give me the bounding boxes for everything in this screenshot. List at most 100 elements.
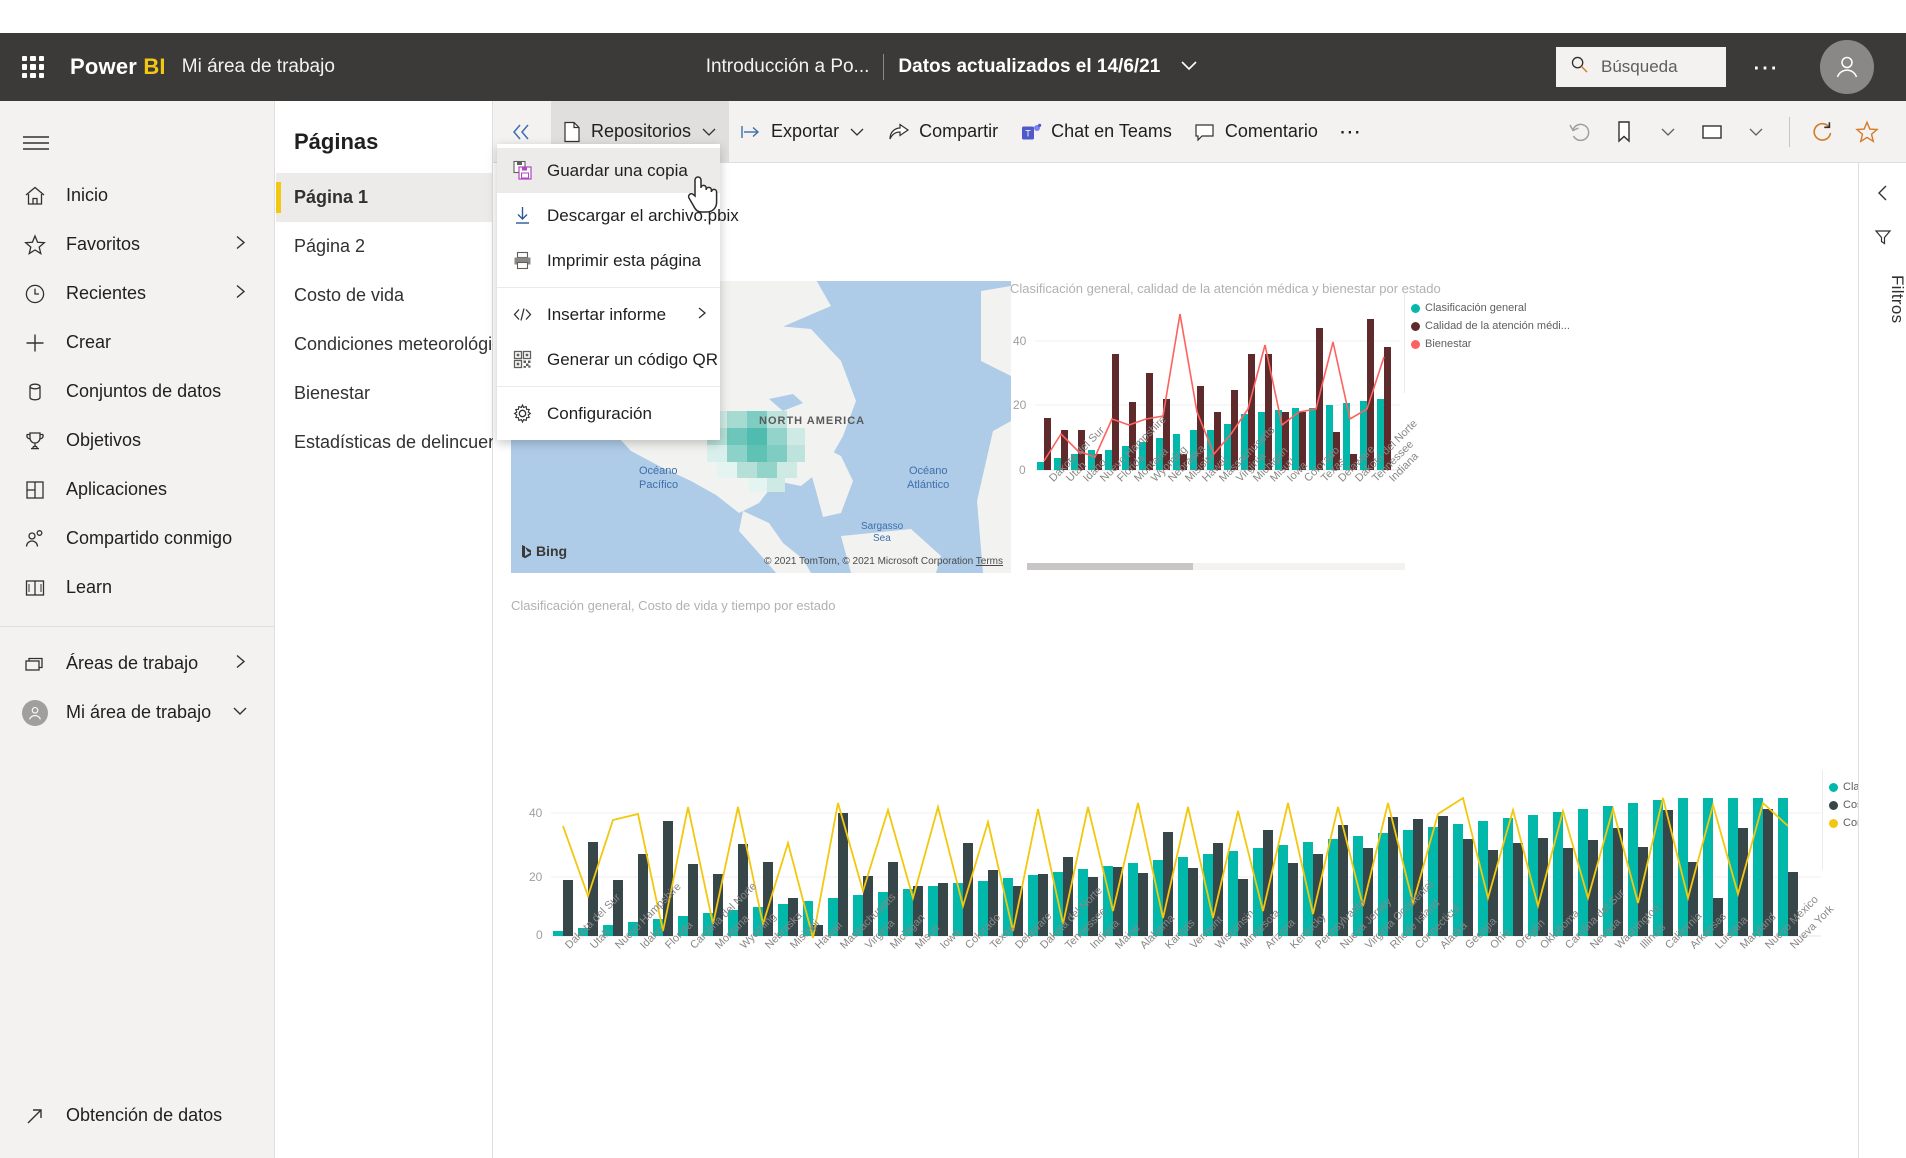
bookmark-chevron-down-icon[interactable] — [1647, 111, 1689, 153]
comentario-button[interactable]: Comentario — [1183, 101, 1329, 163]
filters-pane-label: Filtros — [1888, 275, 1906, 324]
sidebar-item-obtencion-de-datos[interactable]: Obtención de datos — [0, 1091, 274, 1140]
account-avatar-icon[interactable] — [1820, 40, 1874, 94]
toolbar-more-icon[interactable]: ⋯ — [1329, 119, 1373, 145]
page-item-pagina-1[interactable]: Página 1 — [276, 173, 492, 222]
map-label: Océano — [909, 465, 948, 477]
refresh-icon[interactable] — [1802, 111, 1844, 153]
map-label: Sea — [873, 533, 891, 544]
legend-color-swatch — [1411, 303, 1420, 313]
menu-separator — [497, 386, 720, 387]
legend-item: Clasificación general — [1411, 299, 1570, 317]
view-chevron-down-icon[interactable] — [1735, 111, 1777, 153]
sidebar-label: Learn — [66, 577, 113, 597]
page-item-costo-de-vida[interactable]: Costo de vida — [276, 271, 492, 320]
health-chart-visual[interactable]: Clasificación general, calidad de la ate… — [1005, 281, 1570, 573]
comment-bubble-icon — [1194, 122, 1216, 142]
share-icon — [888, 122, 910, 142]
page-item-condiciones-meteorologicas[interactable]: Condiciones meteorológicas — [276, 320, 520, 369]
favorite-star-icon[interactable] — [1846, 111, 1888, 153]
menu-item-imprimir-esta-pagina[interactable]: Imprimir esta página — [497, 238, 720, 283]
chart-hscrollbar-thumb[interactable] — [1027, 563, 1193, 570]
hamburger-menu-icon[interactable] — [22, 133, 52, 153]
sidebar-item-recientes[interactable]: Recientes — [0, 269, 274, 318]
sidebar-item-crear[interactable]: Crear — [0, 318, 274, 367]
chevron-left-icon[interactable] — [1859, 171, 1906, 215]
cost-chart-visual[interactable]: Clasificación general, Costo de vida y t… — [511, 598, 1906, 1018]
gear-icon — [511, 403, 533, 424]
map-terms-link[interactable]: Terms — [976, 556, 1003, 567]
powerbi-brand[interactable]: Power BI — [70, 54, 166, 80]
exportar-label: Exportar — [771, 121, 840, 141]
report-name[interactable]: Introducción a Po... — [706, 56, 870, 78]
legend-divider — [1822, 770, 1823, 870]
compartir-button[interactable]: Compartir — [877, 101, 1009, 163]
health-chart-legend[interactable]: Clasificación general Calidad de la aten… — [1411, 299, 1570, 353]
sidebar-item-inicio[interactable]: Inicio — [0, 171, 274, 220]
menu-item-generar-codigo-qr[interactable]: Generar un código QR — [497, 337, 720, 382]
home-icon — [22, 183, 48, 209]
chevron-right-icon[interactable] — [234, 283, 248, 304]
brand-bi-text: BI — [143, 54, 166, 79]
breadcrumb-workspace[interactable]: Mi área de trabajo — [182, 56, 335, 78]
search-input[interactable]: Búsqueda — [1556, 47, 1726, 87]
sidebar-item-favoritos[interactable]: Favoritos — [0, 220, 274, 269]
ellipsis-icon[interactable]: ⋯ — [1752, 54, 1780, 80]
map-label: Sargasso — [861, 521, 904, 532]
dataset-cylinder-icon — [22, 379, 48, 405]
page-item-estadisticas-de-delincuencia[interactable]: Estadísticas de delincuencia — [276, 418, 521, 467]
app-launcher-icon[interactable] — [22, 56, 44, 78]
nav-bottom-section: Obtención de datos — [0, 1091, 274, 1140]
bing-logo[interactable]: Bing — [521, 543, 567, 559]
nav-divider — [0, 626, 274, 627]
page-item-pagina-2[interactable]: Página 2 — [276, 222, 492, 271]
top-app-bar: Power BI Mi área de trabajo Introducción… — [0, 33, 1906, 101]
filters-pane-collapsed: Filtros — [1858, 163, 1906, 1158]
sidebar-label: Áreas de trabajo — [66, 653, 199, 673]
chevron-double-left-icon[interactable] — [509, 122, 535, 142]
download-icon — [511, 205, 533, 226]
page-item-bienestar[interactable]: Bienestar — [276, 369, 492, 418]
menu-item-descargar-archivo-pbix[interactable]: Descargar el archivo.pbix — [497, 193, 739, 238]
filter-icon[interactable] — [1859, 215, 1906, 259]
menu-item-configuracion[interactable]: Configuración — [497, 391, 720, 436]
sidebar-item-learn[interactable]: Learn — [0, 563, 274, 612]
sidebar-item-conjuntos-de-datos[interactable]: Conjuntos de datos — [0, 367, 274, 416]
menu-item-guardar-una-copia[interactable]: Guardar una copia — [497, 148, 720, 193]
chat-en-teams-button[interactable]: T Chat en Teams — [1009, 101, 1183, 163]
menu-label: Descargar el archivo.pbix — [547, 205, 739, 225]
menu-item-insertar-informe[interactable]: Insertar informe — [497, 292, 720, 337]
svg-text:T: T — [1025, 128, 1031, 138]
toolbar-right-group — [1559, 111, 1906, 153]
sidebar-item-mi-area-de-trabajo[interactable]: Mi área de trabajo — [0, 688, 274, 737]
workspaces-icon — [22, 651, 48, 677]
chevron-right-icon[interactable] — [234, 653, 248, 674]
bookmark-icon[interactable] — [1603, 111, 1645, 153]
file-icon — [562, 121, 582, 143]
map-attribution: © 2021 TomTom, © 2021 Microsoft Corporat… — [764, 556, 1003, 567]
chevron-down-icon[interactable] — [232, 703, 248, 722]
chevron-down-icon — [700, 125, 718, 139]
exportar-button[interactable]: Exportar — [729, 101, 877, 163]
sidebar-label: Obtención de datos — [66, 1105, 223, 1125]
chevron-right-icon[interactable] — [234, 234, 248, 255]
book-icon — [22, 575, 48, 601]
map-label: Océano — [639, 465, 678, 477]
sidebar-item-compartido-conmigo[interactable]: Compartido conmigo — [0, 514, 274, 563]
chevron-right-icon — [696, 305, 708, 325]
compartir-label: Compartir — [919, 121, 999, 141]
legend-color-swatch — [1829, 800, 1838, 810]
legend-color-swatch — [1829, 782, 1838, 792]
chevron-down-icon[interactable] — [1178, 54, 1200, 81]
sidebar-item-areas-de-trabajo[interactable]: Áreas de trabajo — [0, 639, 274, 688]
sidebar-label: Favoritos — [66, 234, 141, 254]
legend-color-swatch — [1411, 339, 1420, 349]
search-placeholder: Búsqueda — [1601, 57, 1678, 76]
sidebar-label: Conjuntos de datos — [66, 381, 222, 401]
sidebar-item-aplicaciones[interactable]: Aplicaciones — [0, 465, 274, 514]
reset-icon[interactable] — [1559, 111, 1601, 153]
comentario-label: Comentario — [1224, 121, 1318, 141]
sidebar-item-objetivos[interactable]: Objetivos — [0, 416, 274, 465]
page-label: Página 1 — [294, 187, 369, 207]
view-icon[interactable] — [1691, 111, 1733, 153]
